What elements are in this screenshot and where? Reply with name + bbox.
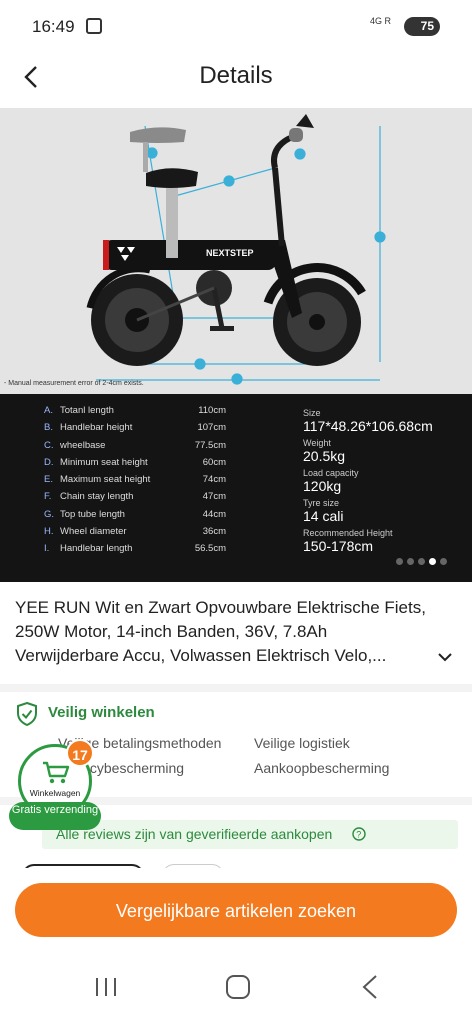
spec-label: Maximum seat height <box>60 474 151 486</box>
spec-value: 60cm <box>202 456 226 468</box>
cart-icon <box>43 761 70 784</box>
summary-value: 120kg <box>303 478 342 494</box>
shield-check-icon <box>17 702 37 726</box>
battery-indicator: 75 <box>404 17 440 36</box>
summary-label: Weight <box>303 438 331 448</box>
summary-value: 14 cali <box>303 508 344 524</box>
summary-value: 117*48.26*106.68cm <box>303 418 433 434</box>
spec-value: 74cm <box>202 474 226 486</box>
spec-label: Wheel diameter <box>60 526 127 538</box>
chevron-down-icon[interactable] <box>437 649 453 665</box>
spec-value: 44cm <box>202 508 226 520</box>
spec-key: D. <box>44 456 54 468</box>
spec-row: I. Handlebar length 56.5cm <box>44 543 226 560</box>
safe-item: Aankoopbescherming <box>254 760 390 776</box>
spec-key: G. <box>44 508 55 520</box>
spec-list: A. Totanl length 110cm B. Handlebar height 1… <box>44 405 226 561</box>
spec-row: C. wheelbase 77.5cm <box>44 440 226 457</box>
spec-key: E. <box>44 474 53 486</box>
spec-row: F. Chain stay length 47cm <box>44 491 226 508</box>
find-similar-button[interactable]: Vergelijkbare artikelen zoeken <box>15 883 457 937</box>
recent-apps-icon[interactable] <box>94 976 118 998</box>
page-header: Details <box>0 52 472 108</box>
spec-key: C. <box>44 439 54 451</box>
cart-count-badge: 17 <box>66 739 94 767</box>
measurement-warning: - Manual measurement error of 2-4cm exis… <box>4 380 144 387</box>
safe-shopping-title: Veilig winkelen <box>48 704 155 721</box>
spec-key: I. <box>44 543 50 555</box>
carousel-dot[interactable] <box>440 558 447 565</box>
spec-key: H. <box>44 526 54 538</box>
spec-value: 47cm <box>202 491 226 503</box>
spec-row: D. Minimum seat height 60cm <box>44 457 226 474</box>
system-navigation-bar <box>0 954 472 1024</box>
summary-specs: Size 117*48.26*106.68cm Weight 20.5kg Lo… <box>303 408 433 558</box>
section-divider <box>0 684 472 692</box>
bottom-action-bar: Vergelijkbare artikelen zoeken <box>0 868 472 954</box>
spec-label: wheelbase <box>60 439 106 451</box>
spec-row: E. Maximum seat height 74cm <box>44 474 226 491</box>
spec-label: Top tube length <box>60 508 125 520</box>
summary-label: Recommended Height <box>303 528 393 538</box>
spec-key: B. <box>44 422 53 434</box>
spec-value: 77.5cm <box>194 439 226 451</box>
spec-value: 56.5cm <box>194 543 226 555</box>
signal-label: 4G R <box>370 16 392 26</box>
carousel-dot[interactable] <box>396 558 403 565</box>
spec-label: Minimum seat height <box>60 456 148 468</box>
summary-label: Tyre size <box>303 498 340 508</box>
spec-row: G. Top tube length 44cm <box>44 509 226 526</box>
product-image-carousel[interactable]: NEXTSTEP - Manual measurement error of 2… <box>0 108 472 582</box>
status-time: 16:49 <box>32 17 75 36</box>
brand-logo: NEXTSTEP <box>206 248 254 258</box>
spec-row: H. Wheel diameter 36cm <box>44 526 226 543</box>
home-icon[interactable] <box>225 974 251 1000</box>
verified-reviews-text: Alle reviews zijn van geverifieerde aank… <box>56 826 333 842</box>
spec-value: 36cm <box>202 526 226 538</box>
spec-label: Handlebar length <box>60 543 133 555</box>
spec-key: A. <box>44 405 53 416</box>
spec-key: F. <box>44 491 52 503</box>
product-title: YEE RUN Wit en Zwart Opvouwbare Elektris… <box>15 598 426 665</box>
summary-label: Size <box>303 408 321 418</box>
spec-value: 110cm <box>198 405 226 416</box>
spec-value: 107cm <box>197 422 226 434</box>
cart-label: Winkelwagen <box>29 788 81 798</box>
verified-reviews-banner[interactable]: Alle reviews zijn van geverifieerde aank… <box>42 820 458 849</box>
spec-label: Chain stay length <box>60 491 134 503</box>
spec-row: A. Totanl length 110cm <box>44 405 226 422</box>
back-nav-icon[interactable] <box>360 974 380 1000</box>
spec-label: Handlebar height <box>60 422 133 434</box>
carousel-dot[interactable] <box>407 558 414 565</box>
bike-diagram: NEXTSTEP - Manual measurement error of 2… <box>0 108 472 394</box>
spec-label: Totanl length <box>60 405 114 416</box>
summary-label: Load capacity <box>303 468 359 478</box>
carousel-dot-active[interactable] <box>429 558 436 565</box>
help-icon[interactable]: ? <box>352 827 366 841</box>
page-title: Details <box>199 62 273 89</box>
safe-item: Veilige logistiek <box>254 735 350 751</box>
summary-value: 20.5kg <box>303 448 346 464</box>
svg-text:?: ? <box>356 830 361 840</box>
carousel-dot[interactable] <box>418 558 425 565</box>
carousel-indicator[interactable] <box>396 552 451 570</box>
status-bar: 16:49 4G R 75 <box>0 0 472 52</box>
screenshot-icon <box>86 18 102 34</box>
spec-row: B. Handlebar height 107cm <box>44 422 226 439</box>
free-shipping-badge: Gratis verzending <box>9 802 101 830</box>
